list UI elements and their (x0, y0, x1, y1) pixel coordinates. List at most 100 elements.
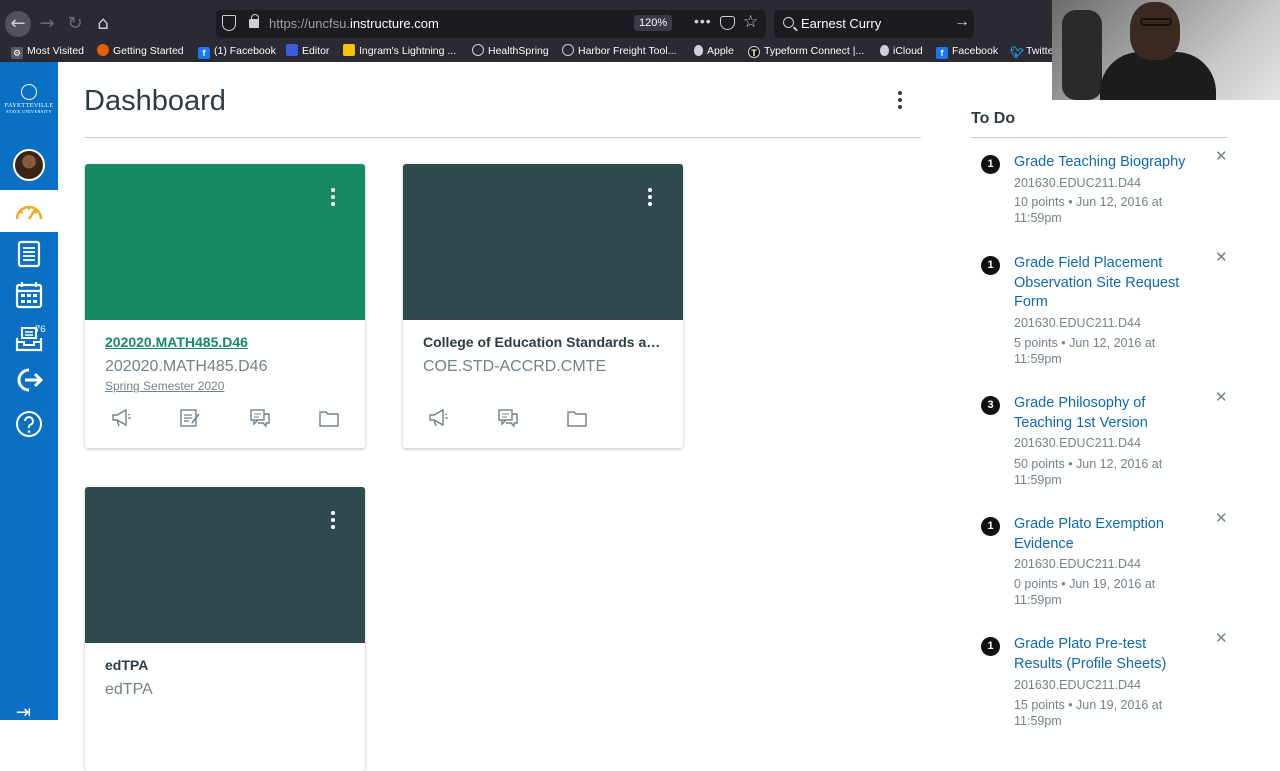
course-card-hero[interactable] (85, 164, 365, 320)
todo-item-course: 201630.EDUC211.D44 (1014, 316, 1141, 330)
globe-icon (472, 44, 484, 56)
course-card-code: 202020.MATH485.D46 (105, 358, 268, 375)
dismiss-close-icon[interactable]: ✕ (1215, 388, 1228, 406)
needs-grading-count: 1 (981, 256, 1000, 275)
card-options-icon[interactable] (331, 188, 335, 192)
facebook-icon: f (198, 47, 210, 59)
inbox-unread-count: 76 (35, 324, 46, 335)
bookmark-item[interactable]: Ingram's Lightning ... (343, 43, 456, 59)
announcements-icon[interactable] (427, 408, 449, 428)
presenter-head (1130, 2, 1180, 60)
course-card-actions (403, 408, 683, 432)
discussions-icon[interactable] (249, 408, 271, 428)
divider (971, 137, 1228, 138)
todo-item-course: 201630.EDUC211.D44 (1014, 557, 1141, 571)
search-icon (783, 17, 794, 28)
dashboard-speedometer-icon (15, 205, 43, 220)
todo-item-meta: 50 points • Jun 12, 2016 at 11:59pm (1014, 457, 1163, 487)
todo-item-meta: 5 points • Jun 12, 2016 at 11:59pm (1014, 336, 1156, 366)
back-button[interactable]: ← (5, 11, 31, 37)
card-options-icon[interactable] (331, 511, 335, 515)
search-input[interactable]: Earnest Curry (801, 16, 881, 31)
todo-item-meta: 10 points • Jun 12, 2016 at 11:59pm (1014, 195, 1163, 225)
bookmark-item[interactable]: Harbor Freight Tool... (562, 43, 676, 59)
course-card[interactable]: 202020.MATH485.D46 202020.MATH485.D46 Sp… (85, 164, 365, 448)
bookmark-item[interactable]: 🐦︎ Twitte (1010, 43, 1053, 59)
logout-icon[interactable] (15, 368, 43, 392)
account-avatar[interactable] (13, 149, 45, 181)
todo-item-meta: 15 points • Jun 19, 2016 at 11:59pm (1014, 698, 1163, 728)
pocket-icon[interactable] (720, 16, 735, 30)
search-bar[interactable]: Earnest Curry → (774, 10, 974, 38)
url-bar[interactable]: https://uncfsu.instructure.com 120% ••• … (216, 10, 766, 38)
zoom-level-badge[interactable]: 120% (634, 15, 673, 31)
todo-item-link[interactable]: Grade Philosophy of Teaching 1st Version (1014, 394, 1196, 433)
card-options-icon[interactable] (648, 188, 652, 192)
firefox-icon (97, 44, 109, 56)
course-card[interactable]: edTPA edTPA (85, 487, 365, 771)
dismiss-close-icon[interactable]: ✕ (1215, 509, 1228, 527)
course-card-code: COE.STD-ACCRD.CMTE (423, 358, 607, 375)
bookmark-item[interactable]: Getting Started (97, 43, 184, 59)
dismiss-close-icon[interactable]: ✕ (1215, 248, 1228, 266)
bookmark-item[interactable]: f (1) Facebook (198, 43, 276, 59)
bookmark-item[interactable]: T Typeform Connect |... (748, 43, 864, 59)
apple-icon (880, 45, 889, 56)
courses-book-icon[interactable] (15, 240, 43, 268)
dashboard-options-icon[interactable] (898, 91, 902, 95)
bookmark-item[interactable]: Apple (694, 43, 734, 59)
help-icon[interactable] (15, 410, 43, 438)
presenter-glasses (1140, 18, 1172, 26)
page-actions-icon[interactable]: ••• (694, 13, 712, 29)
files-folder-icon[interactable] (566, 408, 588, 428)
bookmark-star-icon[interactable]: ☆ (743, 12, 758, 32)
assignments-icon[interactable] (179, 408, 201, 428)
nav-dashboard[interactable] (0, 190, 58, 232)
course-card-term: Spring Semester 2020 (105, 379, 225, 393)
todo-item-course: 201630.EDUC211.D44 (1014, 678, 1141, 692)
course-card-title[interactable]: edTPA (105, 657, 345, 673)
discussions-icon[interactable] (497, 408, 519, 428)
bookmark-item[interactable]: HealthSpring (472, 43, 549, 59)
dismiss-close-icon[interactable]: ✕ (1215, 147, 1228, 165)
announcements-icon[interactable] (110, 408, 132, 428)
tracking-shield-icon[interactable] (222, 15, 236, 31)
seal-icon (21, 84, 37, 100)
divider (84, 137, 921, 138)
calendar-icon[interactable] (15, 281, 43, 309)
search-go-arrow-icon[interactable]: → (954, 13, 970, 31)
dismiss-close-icon[interactable]: ✕ (1215, 629, 1228, 647)
lock-icon[interactable] (249, 14, 259, 28)
bookmark-item[interactable]: ⚙ Most Visited (11, 43, 84, 59)
bookmark-item[interactable]: iCloud (880, 43, 923, 59)
todo-item-link[interactable]: Grade Plato Pre-test Results (Profile Sh… (1014, 635, 1196, 674)
course-card-hero[interactable] (403, 164, 683, 320)
url-text[interactable]: https://uncfsu.instructure.com (269, 16, 439, 31)
bookmark-item[interactable]: f Facebook (936, 43, 998, 59)
needs-grading-count: 3 (981, 396, 1000, 415)
webcam-overlay (1052, 0, 1280, 100)
reload-button[interactable]: ↻ (62, 11, 88, 37)
university-logo[interactable]: FAYETTEVILLE STATE UNIVERSITY (3, 84, 55, 120)
global-navigation: FAYETTEVILLE STATE UNIVERSITY 76 ⇥ (0, 62, 58, 723)
todo-item-meta: 0 points • Jun 19, 2016 at 11:59pm (1014, 577, 1156, 607)
apple-icon (694, 45, 703, 56)
forward-button[interactable]: → (34, 11, 60, 37)
twitter-icon: 🐦︎ (1010, 47, 1024, 59)
course-card-title[interactable]: 202020.MATH485.D46 (105, 334, 345, 350)
todo-heading: To Do (971, 110, 1016, 127)
home-button[interactable]: ⌂ (90, 11, 116, 37)
facebook-icon: f (936, 47, 948, 59)
page-title: Dashboard (84, 85, 226, 117)
course-card-title[interactable]: College of Education Standards an... (423, 334, 663, 350)
needs-grading-count: 1 (981, 637, 1000, 656)
files-folder-icon[interactable] (318, 408, 340, 428)
todo-item-link[interactable]: Grade Field Placement Observation Site R… (1014, 254, 1196, 313)
course-card[interactable]: College of Education Standards an... COE… (403, 164, 683, 448)
todo-item-link[interactable]: Grade Teaching Biography (1014, 153, 1196, 173)
bookmark-item[interactable]: Editor (286, 43, 329, 59)
course-card-hero[interactable] (85, 487, 365, 643)
needs-grading-count: 1 (981, 155, 1000, 174)
course-card-actions (85, 408, 365, 432)
todo-item-link[interactable]: Grade Plato Exemption Evidence (1014, 515, 1196, 554)
